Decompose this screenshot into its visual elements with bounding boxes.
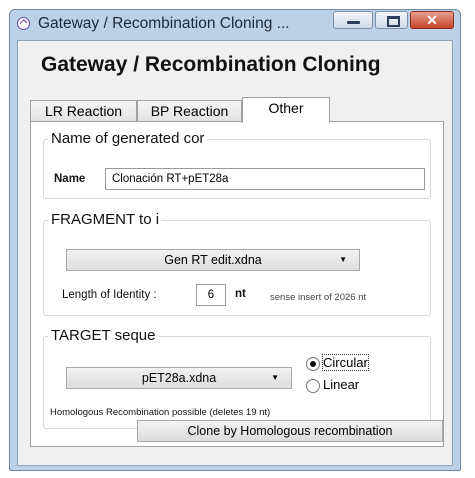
tab-panel-other: Name of generated cor Name Clonación RT+… [30, 121, 444, 447]
fragment-group: FRAGMENT to i Gen RT edit.xdna ▼ Length … [43, 211, 431, 316]
linear-radio[interactable] [306, 379, 320, 393]
identity-label: Length of Identity : [62, 289, 157, 301]
chevron-down-icon: ▼ [339, 255, 347, 264]
target-group: TARGET seque pET28a.xdna ▼ Circular Line… [43, 327, 431, 429]
app-icon [17, 17, 30, 30]
app-window: Gateway / Recombination Cloning ... ✕ Ga… [9, 9, 461, 471]
dialog-body: Gateway / Recombination Cloning LR React… [17, 40, 453, 466]
minimize-button[interactable] [333, 11, 373, 29]
fragment-group-legend: FRAGMENT to i [51, 211, 160, 228]
target-file-value: pET28a.xdna [141, 371, 217, 385]
identity-unit: nt [235, 288, 246, 300]
recombination-status: Homologous Recombination possible (delet… [50, 407, 271, 418]
tab-lr-reaction[interactable]: LR Reaction [30, 100, 137, 122]
identity-input[interactable]: 6 [196, 284, 226, 306]
close-button[interactable]: ✕ [410, 11, 454, 29]
insert-info: sense insert of 2026 nt [270, 292, 367, 303]
tab-bp-reaction[interactable]: BP Reaction [137, 100, 242, 122]
target-group-legend: TARGET seque [51, 327, 156, 344]
close-icon: ✕ [426, 12, 438, 28]
fragment-file-dropdown[interactable]: Gen RT edit.xdna ▼ [66, 249, 360, 271]
circular-radio-label[interactable]: Circular [322, 354, 369, 371]
name-input[interactable]: Clonación RT+pET28a [105, 168, 425, 190]
dialog-heading: Gateway / Recombination Cloning [41, 53, 381, 76]
clone-button[interactable]: Clone by Homologous recombination [137, 420, 443, 442]
name-label: Name [54, 173, 86, 185]
fragment-file-value: Gen RT edit.xdna [164, 253, 262, 267]
window-title: Gateway / Recombination Cloning ... [38, 15, 290, 32]
title-bar[interactable]: Gateway / Recombination Cloning ... ✕ [10, 10, 460, 40]
tab-other[interactable]: Other [242, 97, 330, 123]
maximize-button[interactable] [375, 11, 408, 29]
chevron-down-icon: ▼ [271, 373, 279, 382]
name-group-legend: Name of generated cor [51, 130, 205, 147]
linear-radio-label[interactable]: Linear [323, 377, 359, 392]
target-file-dropdown[interactable]: pET28a.xdna ▼ [66, 367, 292, 389]
name-group: Name of generated cor Name Clonación RT+… [43, 130, 431, 199]
circular-radio[interactable] [306, 357, 320, 371]
